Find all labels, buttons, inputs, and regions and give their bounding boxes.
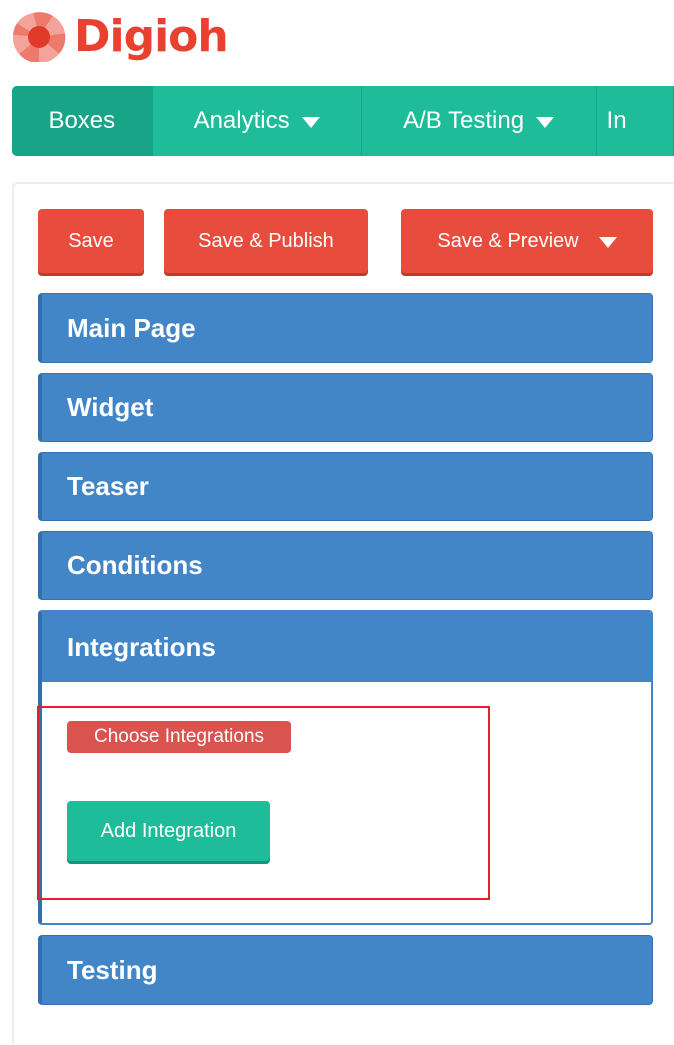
nav-item-label: Analytics xyxy=(193,107,290,134)
caret-down-icon xyxy=(598,237,617,248)
caret-down-icon xyxy=(536,117,555,128)
section-teaser[interactable]: Teaser xyxy=(38,452,653,521)
section-title: Main Page xyxy=(67,312,196,343)
nav-item-label: A/B Testing xyxy=(403,107,525,134)
section-title: Teaser xyxy=(67,471,149,501)
choose-integrations-label: Choose Integrations xyxy=(67,721,291,753)
section-title: Testing xyxy=(67,954,158,985)
save-preview-button-label: Save & Preview xyxy=(437,229,579,252)
save-publish-button-label: Save & Publish xyxy=(198,229,334,252)
section-title: Conditions xyxy=(67,550,203,580)
save-button-label: Save xyxy=(68,229,114,252)
nav-item-label: Boxes xyxy=(48,107,116,134)
digioh-pinwheel-icon xyxy=(12,12,66,62)
nav-item-label: In xyxy=(606,107,627,134)
nav-item-boxes[interactable]: Boxes xyxy=(12,86,153,156)
save-button[interactable]: Save xyxy=(38,209,144,273)
save-preview-button[interactable]: Save & Preview xyxy=(401,209,653,273)
save-publish-button[interactable]: Save & Publish xyxy=(164,209,368,273)
nav-item-truncated[interactable]: In xyxy=(597,86,674,156)
section-testing[interactable]: Testing xyxy=(38,935,653,1005)
section-main-page[interactable]: Main Page xyxy=(38,293,653,363)
brand-name: Digioh xyxy=(74,11,229,62)
nav-item-analytics[interactable]: Analytics xyxy=(153,86,362,156)
caret-down-icon xyxy=(301,117,320,128)
main-nav: Boxes Analytics A/B Testing In xyxy=(12,86,674,156)
add-integration-button[interactable]: Add Integration xyxy=(67,801,270,861)
section-title: Widget xyxy=(67,392,154,422)
section-widget[interactable]: Widget xyxy=(38,373,653,442)
add-integration-button-label: Add Integration xyxy=(100,819,237,842)
section-title: Integrations xyxy=(67,631,216,662)
section-conditions[interactable]: Conditions xyxy=(38,531,653,600)
section-integrations-header[interactable]: Integrations xyxy=(42,612,651,682)
brand-logo[interactable]: Digioh xyxy=(12,8,229,66)
nav-item-ab-testing[interactable]: A/B Testing xyxy=(362,86,597,156)
